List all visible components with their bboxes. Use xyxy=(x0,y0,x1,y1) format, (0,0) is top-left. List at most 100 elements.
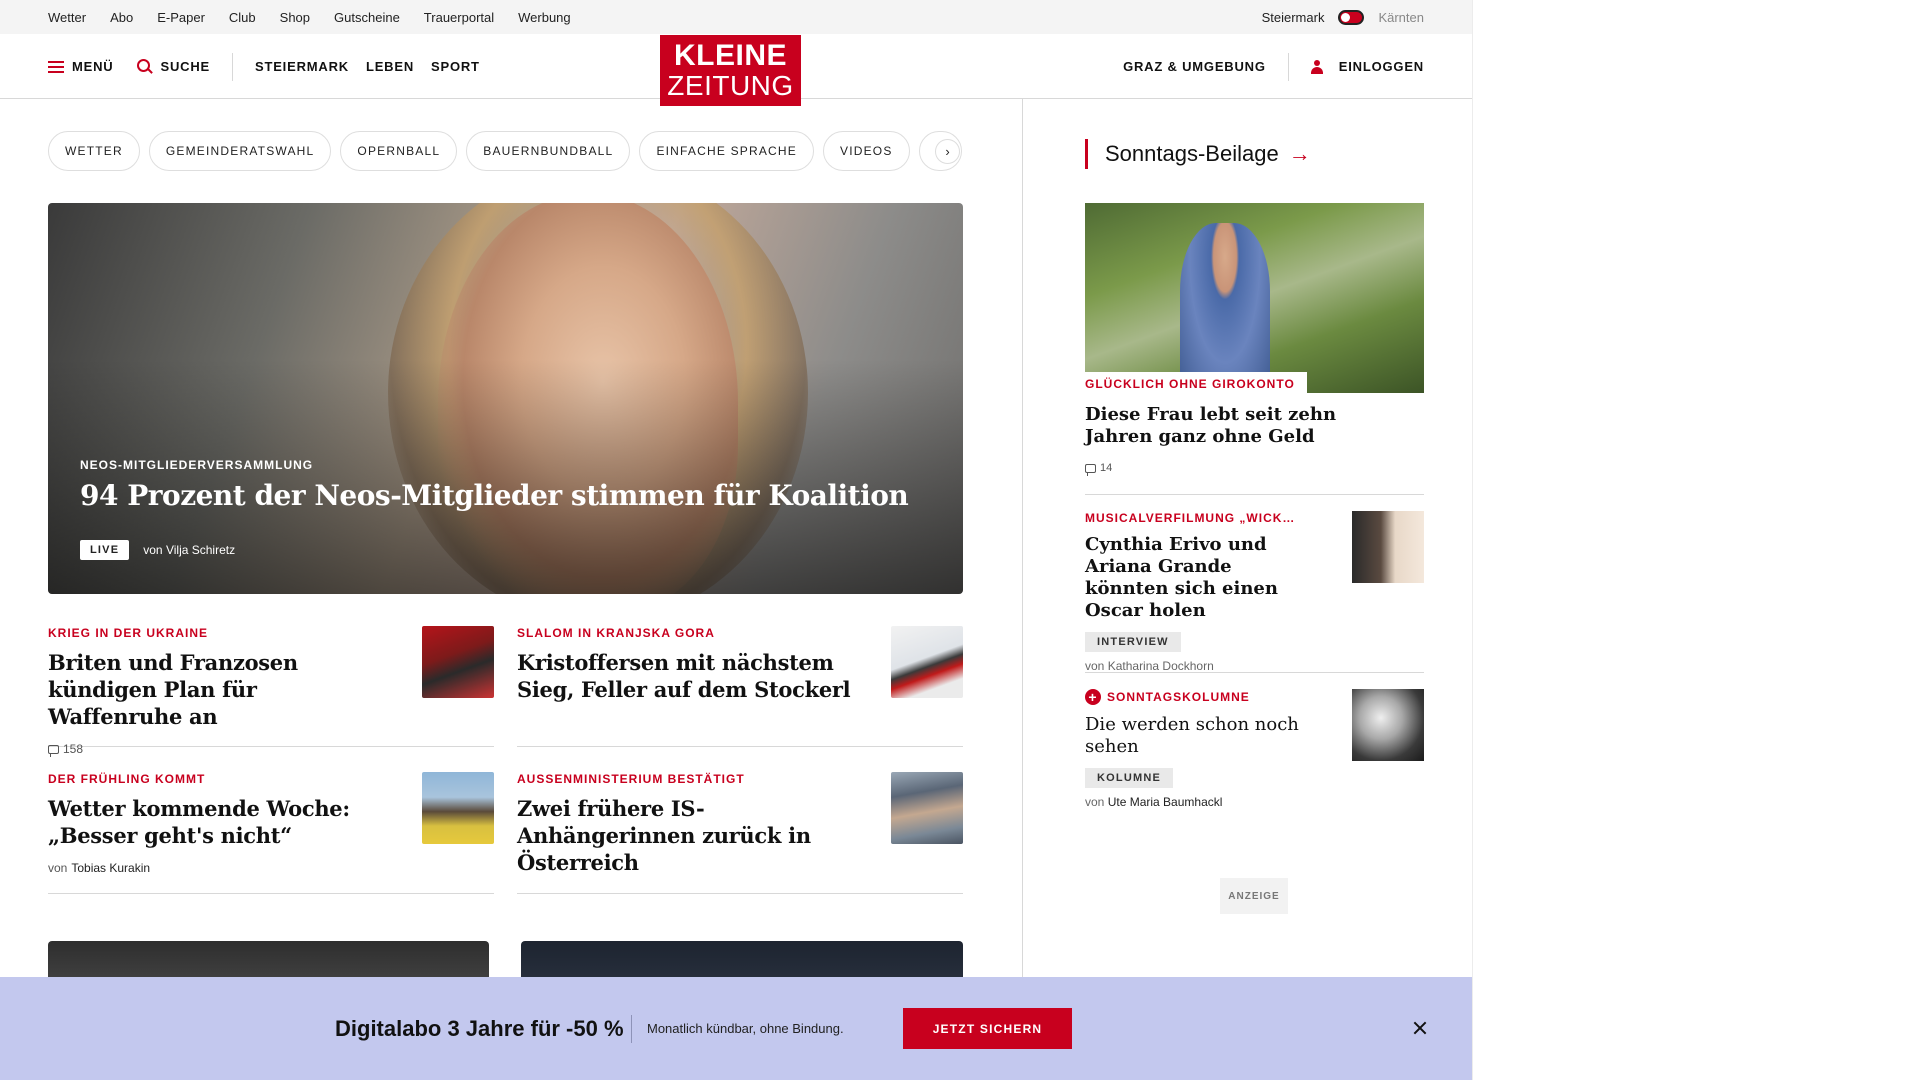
topic-tags: WETTER GEMEINDERATSWAHL OPERNBALL BAUERN… xyxy=(48,131,968,171)
tag-videos[interactable]: VIDEOS xyxy=(823,131,910,171)
menu-label: MENÜ xyxy=(72,59,114,74)
sidebar-article-title: Die werden schon noch sehen xyxy=(1085,714,1299,757)
sidebar-feature-photo xyxy=(1180,223,1270,393)
hero-byline: von Vilja Schiretz xyxy=(143,543,235,557)
sidebar-author: Ute Maria Baumhackl xyxy=(1107,795,1223,809)
chevron-right-icon: › xyxy=(945,144,950,159)
utility-links: Wetter Abo E-Paper Club Shop Gutscheine … xyxy=(48,0,571,34)
sidebar-article[interactable]: + SONNTAGSKOLUMNE Die werden schon noch s… xyxy=(1085,672,1424,832)
promo-subtext: Monatlich kündbar, ohne Bindung. xyxy=(647,1021,844,1036)
plus-icon: + xyxy=(1085,689,1101,705)
article-thumbnail xyxy=(422,772,494,844)
subscription-banner: Digitalabo 3 Jahre für -50 % Monatlich k… xyxy=(0,977,1472,1080)
sidebar-author-prefix: von xyxy=(1085,659,1105,673)
article-teaser[interactable]: SLALOM IN KRANJSKA GORA Kristoffersen mi… xyxy=(517,626,963,747)
subscribe-button[interactable]: JETZT SICHERN xyxy=(903,1008,1072,1049)
arrow-right-icon: → xyxy=(1288,141,1311,166)
region-toggle[interactable] xyxy=(1338,9,1365,25)
search-label: SUCHE xyxy=(160,59,210,74)
header-divider xyxy=(232,52,233,81)
close-icon[interactable] xyxy=(1407,1015,1433,1041)
site-logo[interactable]: KLEINE ZEITUNG xyxy=(660,35,801,106)
hero-title: 94 Prozent der Neos-Mitglieder stimmen f… xyxy=(80,479,909,512)
comment-count: 14 xyxy=(1100,462,1113,474)
article-thumbnail xyxy=(422,626,494,698)
sidebar-author: Katharina Dockhorn xyxy=(1107,659,1214,673)
hamburger-icon xyxy=(48,60,64,73)
sidebar-article-thumbnail xyxy=(1352,511,1424,583)
article-thumbnail xyxy=(891,772,963,844)
tag-einfache-sprache[interactable]: EINFACHE SPRACHE xyxy=(639,131,814,171)
comment-count: 158 xyxy=(63,742,84,756)
comment-icon xyxy=(1085,463,1096,476)
user-icon xyxy=(1310,59,1323,74)
region-kaernten[interactable]: Kärnten xyxy=(1378,10,1424,25)
news-site: Wetter Abo E-Paper Club Shop Gutscheine … xyxy=(0,0,1472,1080)
sidebar-heading-label: Sonntags-Beilage xyxy=(1105,141,1279,166)
article-byline: von Tobias Kurakin xyxy=(48,861,494,875)
sidebar-heading[interactable]: Sonntags-Beilage → xyxy=(1085,139,1311,169)
header-nav: STEIERMARK LEBEN SPORT xyxy=(255,59,480,74)
comment-icon xyxy=(48,744,59,757)
search-icon xyxy=(137,59,152,74)
article-teaser[interactable]: KRIEG IN DER UKRAINE Briten und Franzose… xyxy=(48,626,494,757)
hero-meta: LIVE von Vilja Schiretz xyxy=(80,540,235,560)
sidebar-article-title: Cynthia Erivo und Ariana Grande könnten … xyxy=(1085,534,1278,621)
search-button[interactable]: SUCHE xyxy=(137,59,210,74)
article-title: Kristoffersen mit nächstem Sieg, Feller … xyxy=(517,650,851,702)
logo-line-2: ZEITUNG xyxy=(667,70,794,101)
tag-wetter[interactable]: WETTER xyxy=(48,131,140,171)
sidebar-article-byline: von Ute Maria Baumhackl xyxy=(1085,795,1424,809)
article-author-prefix: von xyxy=(48,861,68,875)
sidebar-article[interactable]: MUSICALVERFILMUNG „WICK… Cynthia Erivo u… xyxy=(1085,494,1424,673)
article-title: Wetter kommende Woche: „Besser geht's ni… xyxy=(48,796,350,848)
utility-link-abo[interactable]: Abo xyxy=(110,10,133,25)
sidebar-kicker-text: SONNTAGSKOLUMNE xyxy=(1107,690,1250,704)
sidebar-author-prefix: von xyxy=(1085,795,1105,809)
article-title: Zwei frühere IS-Anhängerinnen zurück in … xyxy=(517,796,811,875)
main-header: MENÜ SUCHE STEIERMARK LEBEN SPORT KLEINE… xyxy=(0,34,1472,106)
menu-button[interactable]: MENÜ xyxy=(48,59,113,74)
header-divider-right xyxy=(1287,52,1289,81)
article-teaser[interactable]: DER FRÜHLING KOMMT Wetter kommende Woche… xyxy=(48,772,494,894)
sidebar-article-thumbnail xyxy=(1352,689,1424,761)
promo-headline: Digitalabo 3 Jahre für -50 % xyxy=(335,1016,624,1041)
sidebar-feature-kicker: GLÜCKLICH OHNE GIROKONTO xyxy=(1085,372,1307,393)
utility-link-werbung[interactable]: Werbung xyxy=(518,10,571,25)
utility-link-wetter[interactable]: Wetter xyxy=(48,10,86,25)
promo-divider xyxy=(631,1015,632,1043)
empty-gutter xyxy=(1472,0,1920,1080)
utility-link-gutscheine[interactable]: Gutscheine xyxy=(334,10,400,25)
ad-label: ANZEIGE xyxy=(1220,878,1288,914)
tags-next-button[interactable]: › xyxy=(935,139,960,164)
region-link-graz[interactable]: GRAZ & UMGEBUNG xyxy=(1123,59,1266,74)
utility-link-club[interactable]: Club xyxy=(229,10,256,25)
article-comments: 158 xyxy=(48,742,494,757)
article-teaser[interactable]: AUSSENMINISTERIUM BESTÄTIGT Zwei frühere… xyxy=(517,772,963,894)
live-badge: LIVE xyxy=(80,540,130,560)
hero-article[interactable]: NEOS-MITGLIEDERVERSAMMLUNG 94 Prozent de… xyxy=(48,203,963,594)
utility-link-trauerportal[interactable]: Trauerportal xyxy=(424,10,494,25)
tag-bauernbundball[interactable]: BAUERNBUNDBALL xyxy=(466,131,631,171)
tag-opernball[interactable]: OPERNBALL xyxy=(340,131,458,171)
utility-link-epaper[interactable]: E-Paper xyxy=(157,10,205,25)
sidebar-article-byline: von Katharina Dockhorn xyxy=(1085,659,1424,673)
sidebar-feature-comments: 14 xyxy=(1085,462,1113,476)
hero-image-shade xyxy=(48,203,963,594)
sidebar-feature-title[interactable]: Diese Frau lebt seit zehn Jahren ganz oh… xyxy=(1085,404,1385,448)
page: Wetter Abo E-Paper Club Shop Gutscheine … xyxy=(0,0,1920,1080)
nav-leben[interactable]: LEBEN xyxy=(366,59,414,74)
interview-badge: INTERVIEW xyxy=(1085,632,1181,652)
article-title: Briten und Franzosen kündigen Plan für W… xyxy=(48,650,298,729)
sidebar-feature-image[interactable]: GLÜCKLICH OHNE GIROKONTO xyxy=(1085,203,1424,393)
header-right: GRAZ & UMGEBUNG EINLOGGEN xyxy=(1123,34,1424,99)
utility-link-shop[interactable]: Shop xyxy=(280,10,310,25)
column-divider xyxy=(1022,99,1023,999)
article-author: Tobias Kurakin xyxy=(71,861,151,875)
tag-gemeinderatswahl[interactable]: GEMEINDERATSWAHL xyxy=(148,131,332,171)
nav-steiermark[interactable]: STEIERMARK xyxy=(255,59,349,74)
region-steiermark[interactable]: Steiermark xyxy=(1262,10,1325,25)
login-button[interactable]: EINLOGGEN xyxy=(1310,59,1424,74)
nav-sport[interactable]: SPORT xyxy=(431,59,480,74)
logo-line-1: KLEINE xyxy=(673,39,787,72)
